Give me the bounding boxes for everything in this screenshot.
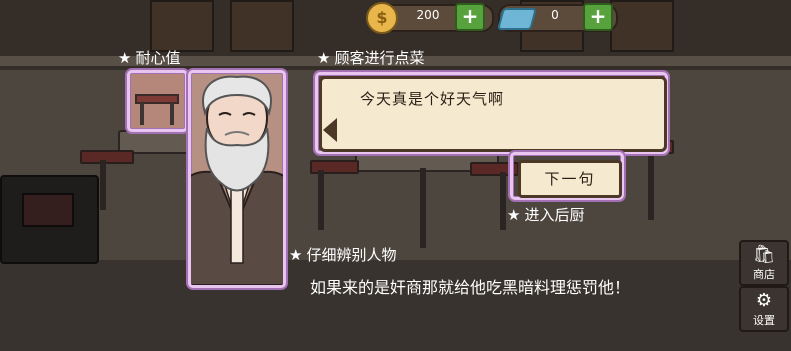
gear-icon: ⚙ [755,290,773,311]
patience-tip: ★ 耐心值 [118,47,180,68]
coin-count: 200 [416,8,440,22]
add-coins-button[interactable]: + [455,3,485,31]
gem-count: 0 [551,8,559,22]
patience-label: 耐心值 [135,49,181,67]
next-line-button[interactable]: 下一句 [518,160,622,198]
settings-button[interactable]: ⚙ 设置 [739,286,789,332]
dialog-text: 今天真是个好天气啊 [360,90,505,108]
kitchen-tip: ★ 进入后厨 [507,204,584,225]
identify-label: 仔细辨别人物 [306,246,397,264]
speech-bubble-tail [323,118,337,142]
add-gems-button[interactable]: + [583,3,613,31]
star-icon: ★ [289,246,303,264]
order-label: 顾客进行点菜 [334,49,425,67]
settings-label: 设置 [753,314,775,327]
star-icon: ★ [118,49,132,67]
patience-meter [127,70,188,132]
identify-tip: ★ 仔细辨别人物 [289,244,396,265]
patience-chair-graphic [135,94,179,125]
kitchen-label: 进入后厨 [524,206,585,224]
shop-label: 商店 [753,268,775,281]
star-icon: ★ [507,206,521,224]
bag-icon: 🛍 [752,244,776,265]
customer-portrait [188,70,286,288]
coin-icon: $ [366,2,398,34]
shop-button[interactable]: 🛍 商店 [739,240,789,286]
order-tip: ★ 顾客进行点菜 [317,47,424,68]
old-man-customer [191,75,283,285]
star-icon: ★ [317,49,331,67]
hint-text: 如果来的是奸商那就给他吃黑暗料理惩罚他！ [310,278,631,297]
